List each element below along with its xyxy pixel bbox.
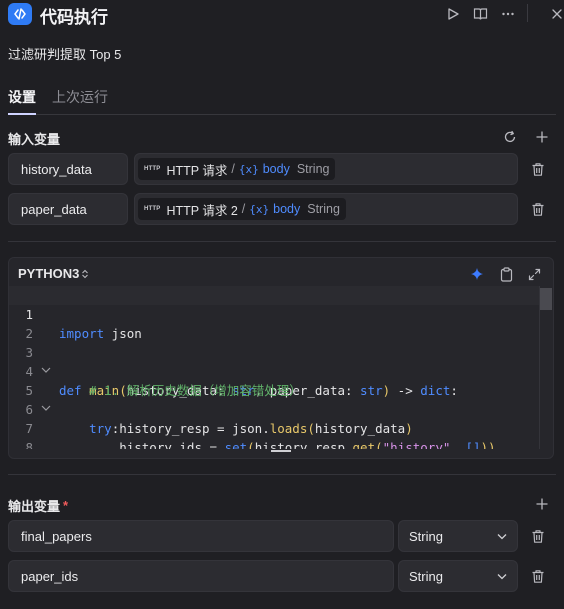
ref-separator: / xyxy=(241,202,246,216)
variable-icon: {x} xyxy=(238,162,259,176)
output-name-paper-ids[interactable]: paper_ids xyxy=(8,560,394,592)
code-editor[interactable]: PYTHON3 1 import json 2 3 def main(histo… xyxy=(8,257,554,459)
code-scrollbar-thumb[interactable] xyxy=(540,288,552,310)
more-icon[interactable] xyxy=(500,6,516,22)
code-line[interactable]: 3 def main(history_data: str, paper_data… xyxy=(9,324,539,398)
clipboard-icon[interactable] xyxy=(498,266,514,282)
ref-type: String xyxy=(296,162,330,176)
tab-last-run[interactable]: 上次运行 xyxy=(52,87,108,107)
code-node-icon xyxy=(8,3,32,25)
horizontal-scroll-indicator[interactable] xyxy=(271,450,291,452)
run-icon[interactable] xyxy=(445,6,461,22)
section-divider xyxy=(8,474,556,475)
active-tab-indicator xyxy=(8,113,36,115)
node-description[interactable]: 过滤研判提取 Top 5 xyxy=(8,44,121,63)
chevron-down-icon xyxy=(497,573,507,579)
chevron-down-icon xyxy=(497,533,507,539)
code-line[interactable]: 9 history_ids = set() xyxy=(9,438,539,449)
code-scrollbar[interactable] xyxy=(539,286,554,449)
input-variables-label: 输入变量 xyxy=(8,132,61,147)
refresh-icon[interactable] xyxy=(502,129,518,145)
tabs-divider xyxy=(8,114,556,115)
add-output-icon[interactable] xyxy=(534,496,550,512)
input-ref-paper-data[interactable]: HTTP HTTP 请求 2 / {x} body String xyxy=(134,193,518,225)
code-line[interactable]: 7 history_ids = set(history_resp.get("hi… xyxy=(9,400,539,449)
language-selector[interactable]: PYTHON3 xyxy=(18,266,89,281)
code-line[interactable]: 1 import json xyxy=(9,286,539,341)
delete-input-icon[interactable] xyxy=(529,200,547,218)
ref-type: String xyxy=(307,202,340,216)
variable-reference-chip[interactable]: HTTP HTTP 请求 2 / {x} body String xyxy=(138,198,346,220)
input-name-paper-data[interactable]: paper_data xyxy=(8,193,128,225)
add-input-icon[interactable] xyxy=(534,129,550,145)
variable-icon: {x} xyxy=(249,202,270,216)
node-title[interactable]: 代码执行 xyxy=(40,3,108,28)
ref-source: HTTP 请求 xyxy=(166,163,228,178)
code-line[interactable]: 6 history_resp = json.loads(history_data… xyxy=(9,381,539,436)
output-variables-label: 输出变量 * xyxy=(8,498,69,514)
http-icon: HTTP xyxy=(144,206,161,212)
ref-variable: body xyxy=(273,202,301,216)
expand-icon[interactable] xyxy=(526,266,542,282)
close-icon[interactable] xyxy=(549,6,564,22)
code-line[interactable]: 8 except Exception: xyxy=(9,419,539,449)
ref-source: HTTP 请求 2 xyxy=(166,203,238,218)
code-line[interactable]: 2 xyxy=(9,305,539,341)
input-ref-history-data[interactable]: HTTP HTTP 请求 / {x} body String xyxy=(134,153,518,185)
ai-sparkle-icon[interactable] xyxy=(469,266,485,282)
http-icon: HTTP xyxy=(144,166,161,172)
input-name-history-data[interactable]: history_data xyxy=(8,153,128,185)
delete-input-icon[interactable] xyxy=(529,160,547,178)
ref-separator: / xyxy=(231,162,235,176)
output-type-select[interactable]: String xyxy=(398,560,518,592)
output-type-select[interactable]: String xyxy=(398,520,518,552)
delete-output-icon[interactable] xyxy=(529,527,547,545)
sort-arrows-icon xyxy=(82,269,89,278)
code-line[interactable]: 5 try: xyxy=(9,362,539,436)
variable-reference-chip[interactable]: HTTP HTTP 请求 / {x} body String xyxy=(138,158,336,180)
code-content[interactable]: 1 import json 2 3 def main(history_data:… xyxy=(9,286,553,449)
header-divider xyxy=(527,4,528,22)
output-name-final-papers[interactable]: final_papers xyxy=(8,520,394,552)
ref-variable: body xyxy=(262,162,290,176)
section-divider xyxy=(8,241,556,242)
tab-settings[interactable]: 设置 xyxy=(8,87,36,107)
book-icon[interactable] xyxy=(472,6,488,22)
delete-output-icon[interactable] xyxy=(529,567,547,585)
code-line[interactable]: 4 # 1. 解析历史数据（增加容错处理） xyxy=(9,343,539,398)
